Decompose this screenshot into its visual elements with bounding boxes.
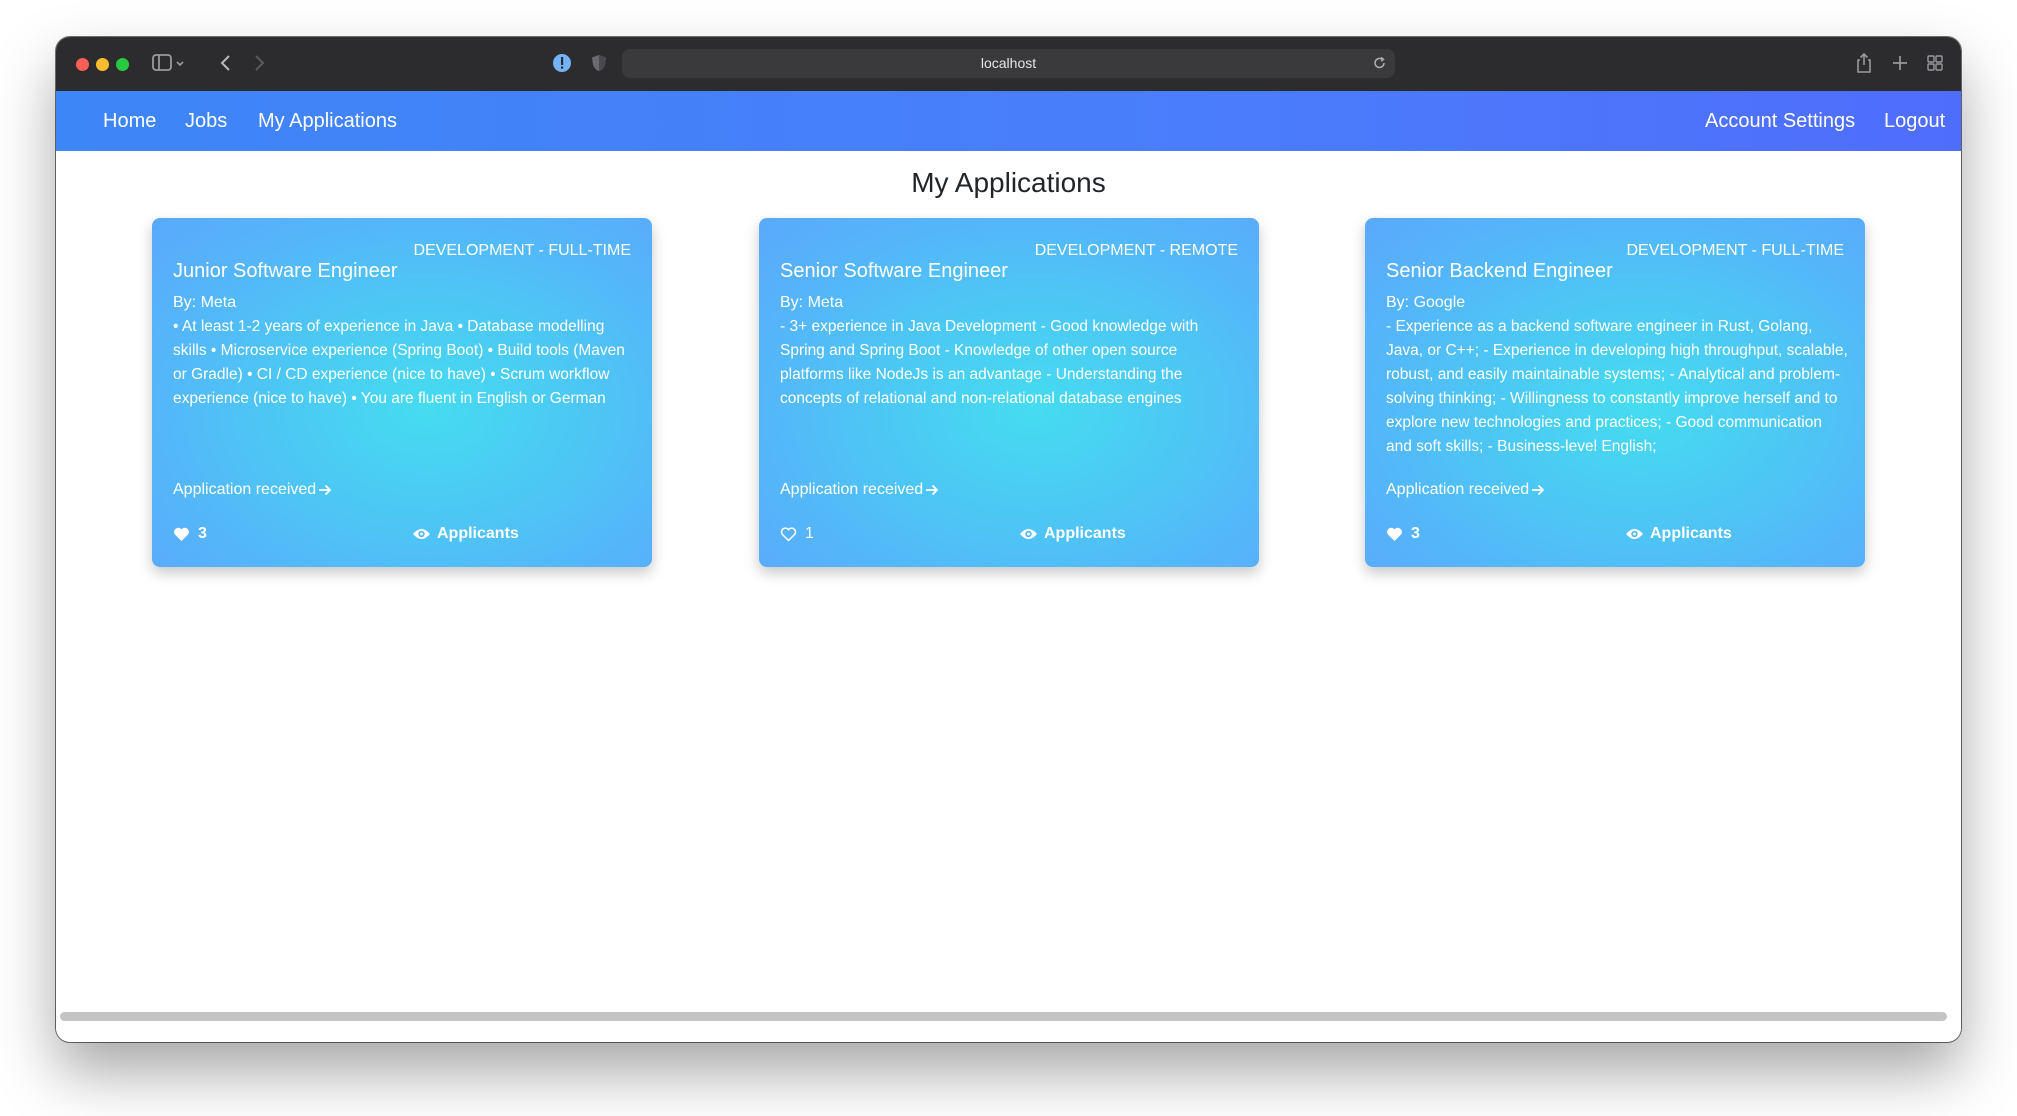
arrow-right-icon — [926, 484, 939, 496]
tab-overview-icon[interactable] — [1925, 51, 1945, 75]
nav-my-applications-link[interactable]: My Applications — [258, 91, 397, 151]
like-button[interactable]: 1 — [780, 525, 814, 543]
minimize-window-button[interactable] — [96, 58, 109, 71]
browser-toolbar: localhost — [56, 37, 1961, 92]
heart-filled-icon — [1387, 527, 1402, 541]
applicants-button[interactable]: Applicants — [1625, 525, 1732, 543]
main-content: My Applications DEVELOPMENT - FULL-TIME … — [56, 151, 1961, 1042]
job-category-label: DEVELOPMENT - FULL-TIME — [1626, 242, 1844, 259]
job-title[interactable]: Senior Backend Engineer — [1386, 260, 1613, 283]
application-status: Application received — [780, 481, 940, 499]
job-description: - Experience as a backend software engin… — [1386, 318, 1848, 455]
like-count: 3 — [1411, 525, 1420, 542]
privacy-shield-icon[interactable] — [590, 51, 608, 75]
arrow-right-icon — [1532, 484, 1545, 496]
job-description: • At least 1-2 years of experience in Ja… — [173, 318, 625, 407]
heart-filled-icon — [174, 527, 189, 541]
browser-window: localhost Home Jobs My Applications Acco… — [56, 37, 1961, 1042]
applicants-label: Applicants — [1044, 525, 1126, 542]
nav-account-settings-link[interactable]: Account Settings — [1705, 91, 1855, 151]
job-description: - 3+ experience in Java Development - Go… — [780, 318, 1199, 407]
arrow-right-icon — [319, 484, 332, 496]
application-status: Application received — [173, 481, 333, 499]
like-button[interactable]: 3 — [173, 525, 207, 543]
nav-home-link[interactable]: Home — [103, 91, 156, 151]
application-status-text: Application received — [173, 481, 317, 498]
application-status-text: Application received — [1386, 481, 1530, 498]
new-tab-plus-icon[interactable] — [1890, 51, 1910, 75]
eye-icon — [413, 529, 430, 539]
nav-jobs-link[interactable]: Jobs — [185, 91, 227, 151]
applicants-label: Applicants — [1650, 525, 1732, 542]
application-card[interactable]: DEVELOPMENT - REMOTE Senior Software Eng… — [759, 218, 1259, 567]
application-status-text: Application received — [780, 481, 924, 498]
zoom-window-button[interactable] — [116, 58, 129, 71]
application-status: Application received — [1386, 481, 1546, 499]
like-count: 1 — [805, 525, 814, 542]
application-card[interactable]: DEVELOPMENT - FULL-TIME Junior Software … — [152, 218, 652, 567]
job-category-label: DEVELOPMENT - FULL-TIME — [413, 242, 631, 259]
share-icon[interactable] — [1854, 51, 1874, 75]
forward-arrow-icon[interactable] — [249, 51, 269, 75]
url-text: localhost — [980, 55, 1037, 71]
main-navbar: Home Jobs My Applications Account Settin… — [56, 91, 1961, 151]
applicants-button[interactable]: Applicants — [1019, 525, 1126, 543]
back-arrow-icon[interactable] — [216, 51, 236, 75]
job-category-label: DEVELOPMENT - REMOTE — [1034, 242, 1238, 259]
application-card[interactable]: DEVELOPMENT - FULL-TIME Senior Backend E… — [1365, 218, 1865, 567]
page-title: My Applications — [911, 167, 1106, 198]
reload-icon[interactable] — [1373, 49, 1387, 88]
like-button[interactable]: 3 — [1386, 525, 1420, 543]
eye-icon — [1626, 529, 1643, 539]
company-name: By: Google — [1386, 294, 1466, 311]
horizontal-scrollbar[interactable] — [60, 1012, 1947, 1021]
job-title[interactable]: Junior Software Engineer — [173, 260, 398, 283]
address-bar[interactable]: localhost — [622, 49, 1395, 78]
applicants-label: Applicants — [437, 525, 519, 542]
sidebar-toggle-icon[interactable] — [152, 51, 186, 75]
close-window-button[interactable] — [76, 58, 89, 71]
nav-logout-link[interactable]: Logout — [1884, 91, 1945, 151]
company-name: By: Meta — [173, 294, 237, 311]
heart-outline-icon — [780, 527, 797, 542]
applicants-button[interactable]: Applicants — [412, 525, 519, 543]
company-name: By: Meta — [780, 294, 844, 311]
job-title[interactable]: Senior Software Engineer — [780, 260, 1008, 283]
eye-icon — [1020, 529, 1037, 539]
like-count: 3 — [198, 525, 207, 542]
password-key-icon[interactable] — [552, 51, 572, 75]
